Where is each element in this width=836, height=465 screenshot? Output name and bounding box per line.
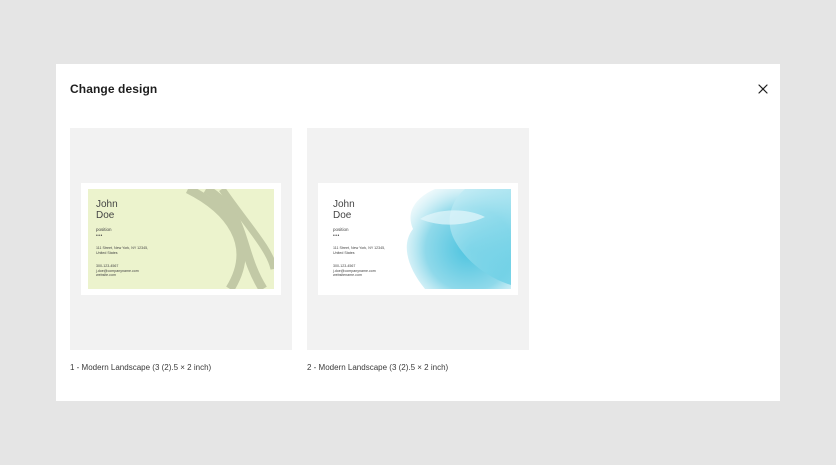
- close-button[interactable]: [755, 81, 771, 97]
- business-card-1: John Doe position ••• 111 Street, New Yo…: [88, 189, 274, 289]
- card-name: John Doe: [96, 199, 118, 221]
- card-position: position: [333, 227, 349, 232]
- card-contact: 300-123-4567 j.doe@companyname.com websi…: [333, 264, 376, 278]
- card-preview-2: John Doe position ••• 111 Street, New Yo…: [318, 183, 518, 295]
- change-design-dialog: Change design John Doe position ••• 111 …: [56, 64, 780, 401]
- design-thumbnail-1[interactable]: John Doe position ••• 111 Street, New Yo…: [70, 128, 292, 350]
- design-caption-1[interactable]: 1 - Modern Landscape (3 (2).5 × 2 inch): [70, 363, 211, 372]
- card-dots: •••: [96, 233, 103, 239]
- card-name: John Doe: [333, 199, 355, 221]
- card-preview-1: John Doe position ••• 111 Street, New Yo…: [81, 183, 281, 295]
- card-contact: 300-123-4567 j.doe@companyname.com websi…: [96, 264, 139, 278]
- close-icon: [758, 84, 768, 94]
- business-card-2: John Doe position ••• 111 Street, New Yo…: [325, 189, 511, 289]
- card-address: 111 Street, New York, NY 12345, United S…: [333, 246, 386, 255]
- dialog-title: Change design: [70, 82, 158, 96]
- design-thumbnail-2[interactable]: John Doe position ••• 111 Street, New Yo…: [307, 128, 529, 350]
- design-caption-2[interactable]: 2 - Modern Landscape (3 (2).5 × 2 inch): [307, 363, 448, 372]
- card-dots: •••: [333, 233, 340, 239]
- card-position: position: [96, 227, 112, 232]
- card-address: 111 Street, New York, NY 12345, United S…: [96, 246, 149, 255]
